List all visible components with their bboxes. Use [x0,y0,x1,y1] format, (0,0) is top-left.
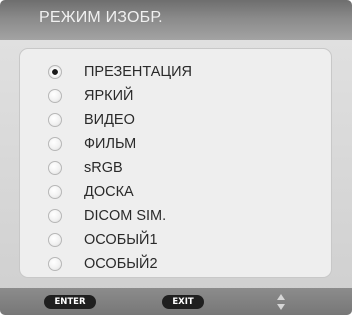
option-presentation[interactable]: ПРЕЗЕНТАЦИЯ [20,62,333,84]
option-label: ОСОБЫЙ2 [84,256,158,272]
option-label: ВИДЕО [84,112,135,128]
option-user2[interactable]: ОСОБЫЙ2 [20,254,333,276]
radio-icon[interactable] [48,89,62,103]
radio-icon[interactable] [48,209,62,223]
title-bar: РЕЖИМ ИЗОБР. [0,0,352,40]
radio-icon[interactable] [48,257,62,271]
radio-icon[interactable] [48,113,62,127]
option-srgb[interactable]: sRGB [20,158,333,180]
option-video[interactable]: ВИДЕО [20,110,333,132]
options-panel: ПРЕЗЕНТАЦИЯ ЯРКИЙ ВИДЕО ФИЛЬМ sRGB ДОСКА… [19,48,332,278]
radio-icon[interactable] [48,137,62,151]
exit-key-badge[interactable]: EXIT [162,295,204,309]
option-bright[interactable]: ЯРКИЙ [20,86,333,108]
menu-title: РЕЖИМ ИЗОБР. [39,9,163,26]
option-film[interactable]: ФИЛЬМ [20,134,333,156]
radio-icon[interactable] [48,161,62,175]
enter-key-badge[interactable]: ENTER [44,295,96,309]
option-label: ДОСКА [84,184,134,200]
up-down-arrows-icon [277,294,285,310]
option-board[interactable]: ДОСКА [20,182,333,204]
option-label: ПРЕЗЕНТАЦИЯ [84,64,193,80]
option-label: sRGB [84,160,123,176]
radio-icon[interactable] [48,233,62,247]
osd-menu-window: РЕЖИМ ИЗОБР. ПРЕЗЕНТАЦИЯ ЯРКИЙ ВИДЕО ФИЛ… [0,0,352,315]
option-dicom-sim[interactable]: DICOM SIM. [20,206,333,228]
option-label: ФИЛЬМ [84,136,137,152]
option-label: ОСОБЫЙ1 [84,232,158,248]
option-label: DICOM SIM. [84,208,167,224]
radio-icon[interactable] [48,185,62,199]
radio-selected-icon[interactable] [48,65,62,79]
key-hint-bar: ENTER EXIT [0,288,352,315]
option-user1[interactable]: ОСОБЫЙ1 [20,230,333,252]
option-label: ЯРКИЙ [84,88,134,104]
